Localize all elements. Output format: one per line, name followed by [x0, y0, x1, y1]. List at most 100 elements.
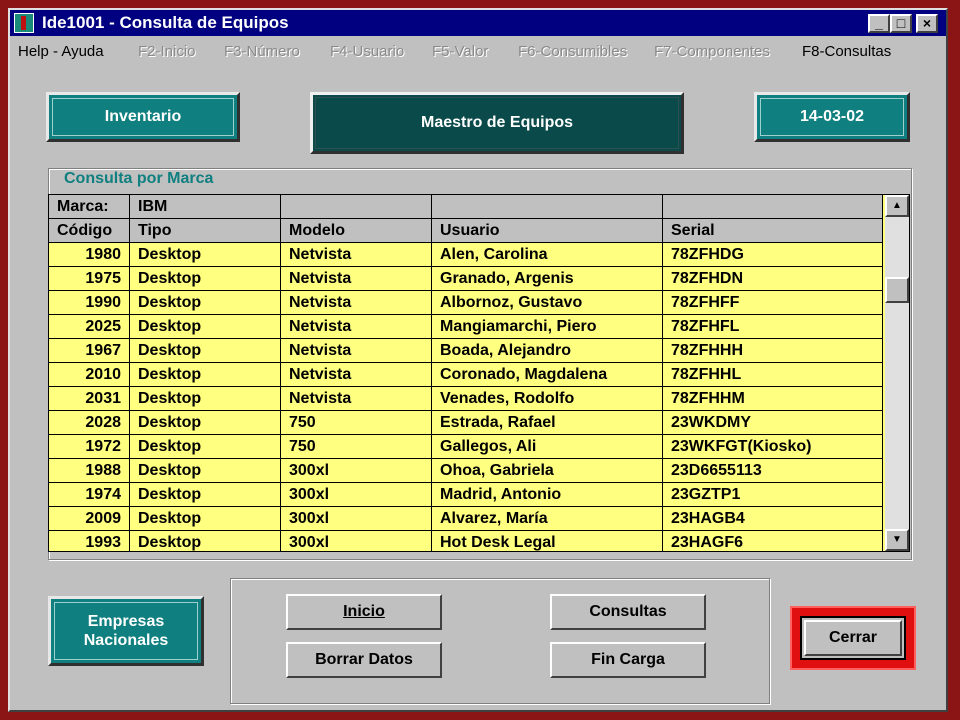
cell-modelo: 300xl: [281, 507, 432, 531]
fin-carga-button[interactable]: Fin Carga: [550, 642, 706, 678]
cell-serial: 78ZFHFL: [663, 315, 883, 339]
cell-codigo: 1980: [49, 243, 130, 267]
cell-codigo: 1988: [49, 459, 130, 483]
cell-serial: 23WKFGT(Kiosko): [663, 435, 883, 459]
column-header-row: Código Tipo Modelo Usuario Serial: [49, 219, 883, 243]
scroll-up-arrow-icon[interactable]: ▲: [885, 195, 909, 217]
cell-modelo: Netvista: [281, 363, 432, 387]
consulta-group-label: Consulta por Marca: [60, 170, 218, 188]
equipos-grid[interactable]: Marca: IBM Código Tipo Modelo Usuario Se…: [48, 194, 910, 552]
cell-serial: 23GZTP1: [663, 483, 883, 507]
cell-serial: 78ZFHHH: [663, 339, 883, 363]
table-row[interactable]: 1980 Desktop Netvista Alen, Carolina 78ZFHDG: [49, 243, 883, 267]
menu-f4-usuario[interactable]: F4-Usuario: [330, 43, 404, 60]
maximize-icon: □: [896, 15, 906, 31]
column-header-modelo[interactable]: Modelo: [281, 219, 432, 243]
cell-usuario: Hot Desk Legal: [432, 531, 663, 551]
table-row[interactable]: 1974 Desktop 300xl Madrid, Antonio 23GZTP1: [49, 483, 883, 507]
cell-tipo: Desktop: [130, 291, 281, 315]
cell-serial: 23D6655113: [663, 459, 883, 483]
cell-modelo: 300xl: [281, 459, 432, 483]
table-row[interactable]: 1972 Desktop 750 Gallegos, Ali 23WKFGT(Kiosk…: [49, 435, 883, 459]
empresas-banner: Empresas Nacionales: [48, 596, 204, 666]
cell-usuario: Gallegos, Ali: [432, 435, 663, 459]
table-row[interactable]: 1993 Desktop 300xl Hot Desk Legal 23HAGF6: [49, 531, 883, 551]
scroll-down-arrow-icon[interactable]: ▼: [885, 529, 909, 551]
cell-tipo: Desktop: [130, 411, 281, 435]
cell-codigo: 1972: [49, 435, 130, 459]
table-row[interactable]: 2010 Desktop Netvista Coronado, Magdalena 78…: [49, 363, 883, 387]
cell-codigo: 1990: [49, 291, 130, 315]
close-button[interactable]: ×: [916, 14, 938, 33]
borrar-datos-button[interactable]: Borrar Datos: [286, 642, 442, 678]
cell-modelo: Netvista: [281, 243, 432, 267]
cell-tipo: Desktop: [130, 243, 281, 267]
app-icon[interactable]: [14, 13, 34, 33]
maestro-label: Maestro de Equipos: [420, 114, 574, 131]
minimize-button[interactable]: _: [868, 14, 890, 33]
consultas-button[interactable]: Consultas: [550, 594, 706, 630]
cell-serial: 23HAGB4: [663, 507, 883, 531]
column-header-codigo[interactable]: Código: [49, 219, 130, 243]
cell-codigo: 1975: [49, 267, 130, 291]
cell-tipo: Desktop: [130, 363, 281, 387]
cell-serial: 78ZFHHM: [663, 387, 883, 411]
date-label: 14-03-02: [799, 108, 865, 125]
cerrar-button[interactable]: Cerrar: [800, 616, 906, 660]
cell-tipo: Desktop: [130, 435, 281, 459]
cell-tipo: Desktop: [130, 339, 281, 363]
menu-f3-numero[interactable]: F3-Número: [224, 43, 300, 60]
cell-tipo: Desktop: [130, 531, 281, 551]
maximize-button[interactable]: □: [890, 14, 912, 33]
inventario-banner: Inventario: [46, 92, 240, 142]
cell-codigo: 1967: [49, 339, 130, 363]
cell-modelo: 750: [281, 411, 432, 435]
table-row[interactable]: 2028 Desktop 750 Estrada, Rafael 23WKDMY: [49, 411, 883, 435]
vertical-scrollbar[interactable]: ▲ ▼: [885, 195, 909, 551]
cell-tipo: Desktop: [130, 459, 281, 483]
cell-modelo: 750: [281, 435, 432, 459]
marca-label: Marca:: [49, 195, 130, 219]
cell-serial: 78ZFHHL: [663, 363, 883, 387]
title-bar[interactable]: Ide1001 - Consulta de Equipos _ □ ×: [10, 10, 946, 36]
cell-usuario: Alvarez, María: [432, 507, 663, 531]
scroll-thumb[interactable]: [885, 277, 909, 303]
borrar-button-label: Borrar Datos: [315, 651, 413, 668]
app-window: Ide1001 - Consulta de Equipos _ □ × Help…: [8, 8, 948, 712]
inicio-button[interactable]: Inicio: [286, 594, 442, 630]
menu-help[interactable]: Help - Ayuda: [18, 43, 104, 60]
cell-modelo: 300xl: [281, 531, 432, 551]
menu-f8-consultas[interactable]: F8-Consultas: [802, 43, 891, 60]
table-row[interactable]: 1990 Desktop Netvista Albornoz, Gustavo 78ZF…: [49, 291, 883, 315]
table-row[interactable]: 2009 Desktop 300xl Alvarez, María 23HAGB4: [49, 507, 883, 531]
table-row[interactable]: 1967 Desktop Netvista Boada, Alejandro 78ZFH…: [49, 339, 883, 363]
column-header-serial[interactable]: Serial: [663, 219, 883, 243]
table-row[interactable]: 1975 Desktop Netvista Granado, Argenis 78ZFH…: [49, 267, 883, 291]
marca-row: Marca: IBM: [49, 195, 883, 219]
empresas-line2: Nacionales: [83, 632, 169, 649]
cell-usuario: Albornoz, Gustavo: [432, 291, 663, 315]
table-row[interactable]: 1988 Desktop 300xl Ohoa, Gabriela 23D6655113: [49, 459, 883, 483]
cell-tipo: Desktop: [130, 315, 281, 339]
cell-serial: 78ZFHDN: [663, 267, 883, 291]
cell-codigo: 2025: [49, 315, 130, 339]
cell-serial: 23HAGF6: [663, 531, 883, 551]
cell-codigo: 2009: [49, 507, 130, 531]
cell-usuario: Coronado, Magdalena: [432, 363, 663, 387]
cell-tipo: Desktop: [130, 267, 281, 291]
cell-usuario: Ohoa, Gabriela: [432, 459, 663, 483]
cell-usuario: Granado, Argenis: [432, 267, 663, 291]
inicio-button-label: Inicio: [343, 603, 385, 620]
cell-usuario: Estrada, Rafael: [432, 411, 663, 435]
menu-f2-inicio[interactable]: F2-Inicio: [138, 43, 196, 60]
menu-f7-componentes[interactable]: F7-Componentes: [654, 43, 770, 60]
table-row[interactable]: 2025 Desktop Netvista Mangiamarchi, Piero 78…: [49, 315, 883, 339]
table-row[interactable]: 2031 Desktop Netvista Venades, Rodolfo 78ZFH…: [49, 387, 883, 411]
column-header-tipo[interactable]: Tipo: [130, 219, 281, 243]
cerrar-button-label: Cerrar: [828, 629, 878, 646]
menu-f5-valor[interactable]: F5-Valor: [432, 43, 488, 60]
cell-modelo: Netvista: [281, 315, 432, 339]
column-header-usuario[interactable]: Usuario: [432, 219, 663, 243]
menu-f6-consumibles[interactable]: F6-Consumibles: [518, 43, 627, 60]
minimize-icon: _: [875, 15, 883, 31]
